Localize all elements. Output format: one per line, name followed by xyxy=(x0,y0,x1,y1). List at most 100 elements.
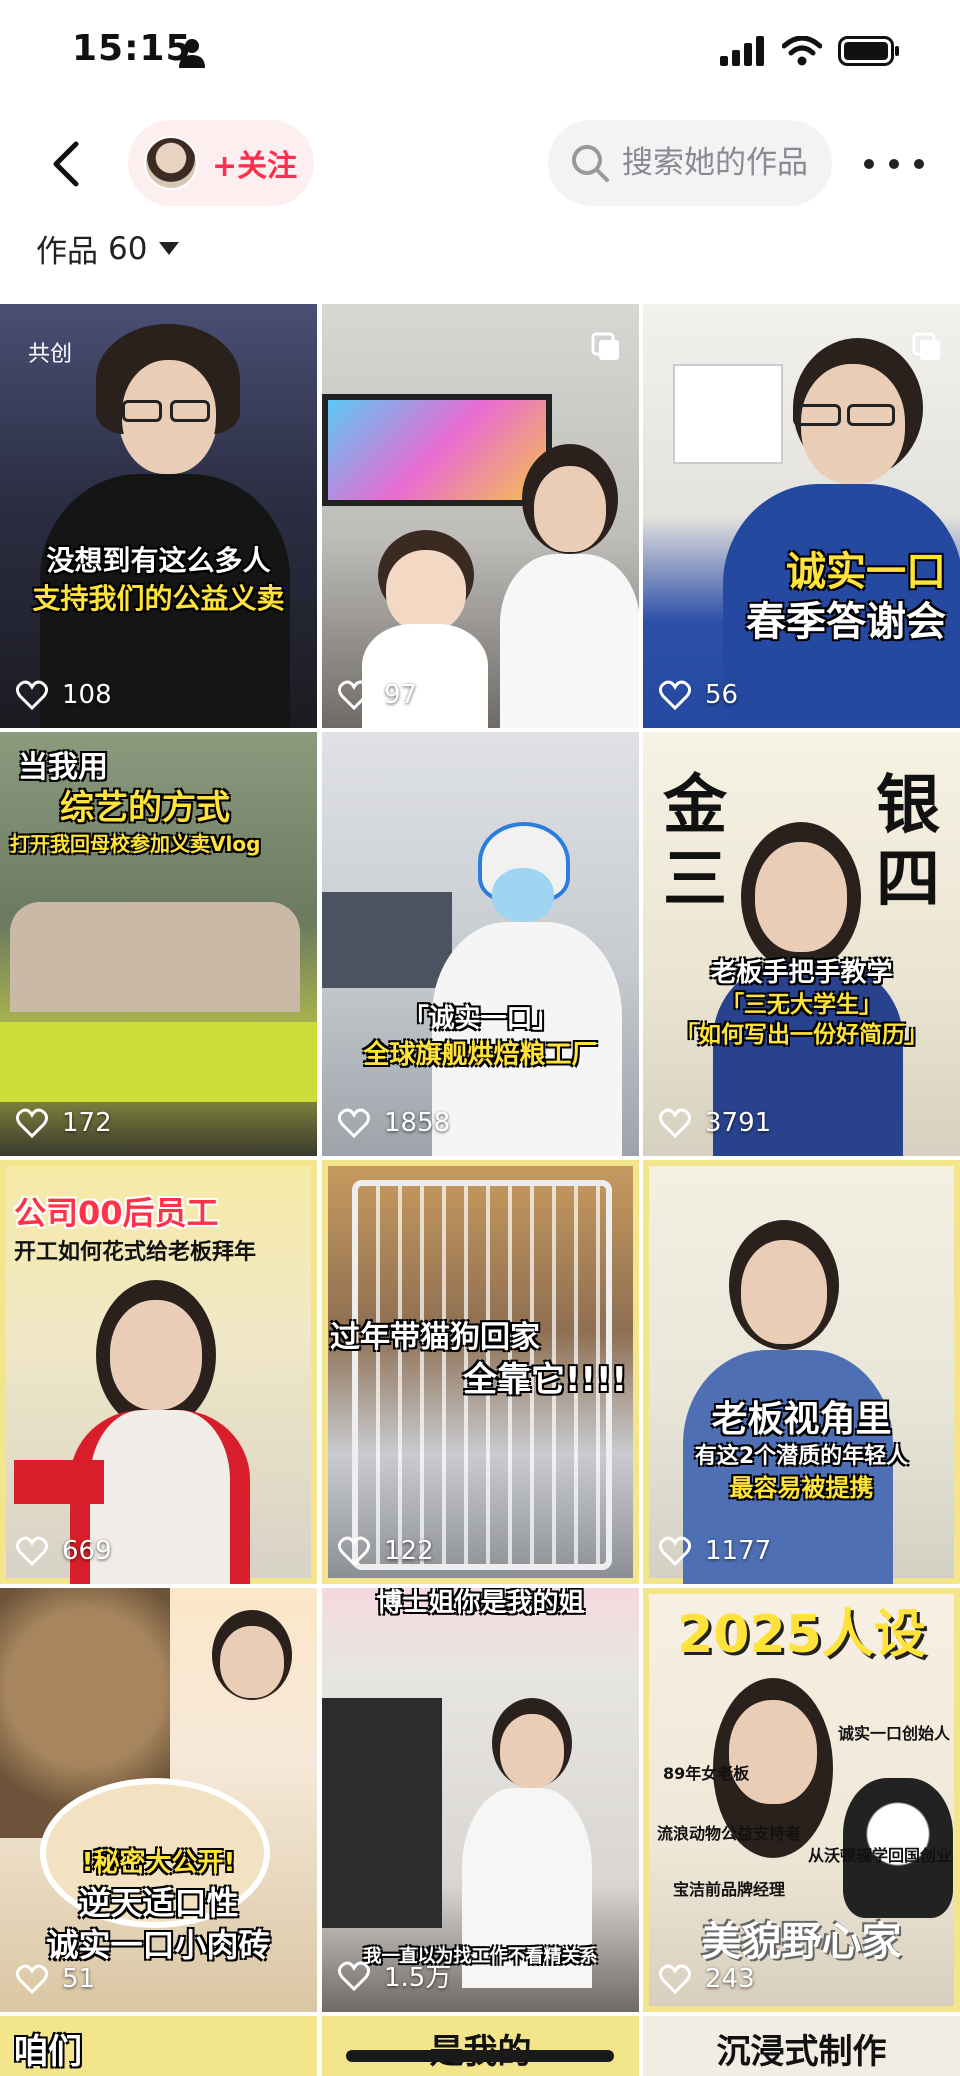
heart-outline-icon xyxy=(16,1536,48,1566)
post-tile[interactable]: 诚实一口 春季答谢会 56 xyxy=(643,304,960,728)
like-count[interactable]: 172 xyxy=(16,1108,112,1138)
heart-outline-icon xyxy=(16,1964,48,1994)
table-image xyxy=(0,1022,317,1102)
post-tile[interactable]: 老板视角里 有这2个潜质的年轻人 最容易被提携 1177 xyxy=(643,1160,960,1584)
like-count[interactable]: 122 xyxy=(338,1536,434,1566)
like-count-value: 1858 xyxy=(384,1108,451,1138)
person-figure xyxy=(386,550,466,632)
person-icon xyxy=(179,39,205,68)
heart-outline-icon xyxy=(659,1536,691,1566)
post-caption: 2025人设 xyxy=(677,1605,926,1665)
like-count-value: 97 xyxy=(384,680,418,710)
post-caption: 开工如何花式给老板拜年 xyxy=(14,1240,257,1265)
post-tile[interactable]: 博士姐你是我的姐 我一直以为找工作不看精关系 1.5万 xyxy=(322,1588,639,2012)
post-tile[interactable]: 公司00后员工 开工如何花式给老板拜年 669 xyxy=(0,1160,317,1584)
heart-outline-icon xyxy=(16,1108,48,1138)
multi-image-icon xyxy=(912,332,940,360)
post-caption: !秘密大公开! xyxy=(81,1848,236,1878)
post-tile[interactable]: !秘密大公开! 逆天适口性 诚实一口小肉砖 51 xyxy=(0,1588,317,2012)
like-count-value: 1.5万 xyxy=(384,1963,452,1993)
search-icon xyxy=(572,145,609,182)
like-count[interactable]: 97 xyxy=(338,680,417,710)
back-button[interactable] xyxy=(40,132,90,196)
follow-label: +关注 xyxy=(212,149,298,184)
person-figure xyxy=(220,1626,284,1698)
follow-button[interactable]: +关注 xyxy=(128,120,314,206)
post-caption: 逆天适口性 xyxy=(78,1884,239,1922)
post-caption: 诚实一口 xyxy=(786,549,946,595)
post-caption: 全球旗舰烘焙粮工厂 xyxy=(363,1040,598,1070)
post-tile[interactable]: 是我的 xyxy=(322,2016,639,2076)
person-figure xyxy=(500,1714,564,1788)
post-tile[interactable]: 过年带猫狗回家 全靠它!!!! 122 xyxy=(322,1160,639,1584)
post-tile[interactable]: 97 xyxy=(322,304,639,728)
like-count[interactable]: 243 xyxy=(659,1964,755,1994)
status-time: 15:15 xyxy=(72,28,192,69)
heart-outline-icon xyxy=(338,1108,370,1138)
post-caption: 春季答谢会 xyxy=(746,599,946,645)
person-figure xyxy=(492,868,554,922)
heart-outline-icon xyxy=(338,1961,370,1991)
screen-image xyxy=(322,892,452,988)
like-count[interactable]: 3791 xyxy=(659,1108,771,1138)
post-caption: 美貌野心家 xyxy=(701,1919,902,1965)
post-caption: 当我用 xyxy=(18,750,108,785)
like-count[interactable]: 1858 xyxy=(338,1108,450,1138)
search-input[interactable] xyxy=(622,145,822,181)
like-count[interactable]: 1177 xyxy=(659,1536,771,1566)
post-caption: 「三无大学生」 xyxy=(721,992,882,1018)
status-icons xyxy=(720,36,900,66)
post-caption: 咱们 xyxy=(14,2032,82,2072)
post-tile[interactable]: 咱们 xyxy=(0,2016,317,2076)
post-caption: 诚实一口小肉砖 xyxy=(46,1926,271,1964)
post-caption: 「诚实一口」 xyxy=(402,1004,559,1034)
post-tile[interactable]: 当我用 综艺的方式 打开我回母校参加义卖Vlog 172 xyxy=(0,732,317,1156)
more-dot-icon xyxy=(914,159,924,169)
caret-down-icon xyxy=(159,242,180,255)
person-figure xyxy=(534,466,606,552)
person-figure xyxy=(500,554,639,728)
heart-outline-icon xyxy=(659,1964,691,1994)
post-caption: 综艺的方式 xyxy=(60,788,230,828)
more-options-button[interactable] xyxy=(864,144,924,184)
heart-outline-icon xyxy=(659,680,691,710)
like-count[interactable]: 56 xyxy=(659,680,738,710)
works-filter[interactable]: 作品 60 xyxy=(36,226,180,271)
post-caption: 诚实一口创始人 xyxy=(837,1724,950,1743)
tv-screen-image xyxy=(322,394,552,506)
like-count[interactable]: 1.5万 xyxy=(338,1957,451,1994)
post-caption: 没想到有这么多人 xyxy=(46,544,271,577)
post-caption: 博士姐你是我的姐 xyxy=(376,1588,585,1618)
person-figure xyxy=(122,400,162,422)
like-count-value: 243 xyxy=(705,1964,755,1994)
person-figure xyxy=(793,404,841,426)
like-count-value: 669 xyxy=(62,1536,112,1566)
post-tile[interactable]: 「诚实一口」 全球旗舰烘焙粮工厂 1858 xyxy=(322,732,639,1156)
post-caption: 银 xyxy=(876,769,940,843)
home-indicator[interactable] xyxy=(346,2050,614,2062)
like-count[interactable]: 51 xyxy=(16,1964,95,1994)
heart-outline-icon xyxy=(338,1536,370,1566)
like-count[interactable]: 669 xyxy=(16,1536,112,1566)
person-figure xyxy=(432,922,622,1156)
post-caption: 公司00后员工 xyxy=(14,1194,219,1232)
like-count-value: 1177 xyxy=(705,1536,772,1566)
post-tile[interactable]: 2025人设 诚实一口创始人 89年女老板 流浪动物公益支持者 从沃顿辍学回国创… xyxy=(643,1588,960,2012)
like-count[interactable]: 108 xyxy=(16,680,112,710)
post-tile[interactable]: 共创 没想到有这么多人 支持我们的公益义卖 108 xyxy=(0,304,317,728)
person-figure xyxy=(741,1240,827,1344)
cellular-signal-icon xyxy=(720,36,764,66)
battery-icon xyxy=(838,36,899,66)
post-tile[interactable]: 金 银 三 四 老板手把手教学 「三无大学生」 「如何写出一份好简历」 3791 xyxy=(643,732,960,1156)
post-tile[interactable]: 沉浸式制作 xyxy=(643,2016,960,2076)
post-caption: 支持我们的公益义卖 xyxy=(32,582,285,615)
person-figure xyxy=(729,1700,817,1804)
post-caption: 宝洁前品牌经理 xyxy=(673,1880,786,1899)
nav-bar: +关注 xyxy=(0,110,960,230)
post-caption: 全靠它!!!! xyxy=(462,1360,627,1400)
person-figure xyxy=(110,1300,202,1410)
avatar[interactable] xyxy=(144,136,198,190)
heart-outline-icon xyxy=(659,1108,691,1138)
search-box[interactable] xyxy=(548,120,832,206)
post-tag: 共创 xyxy=(28,342,73,367)
